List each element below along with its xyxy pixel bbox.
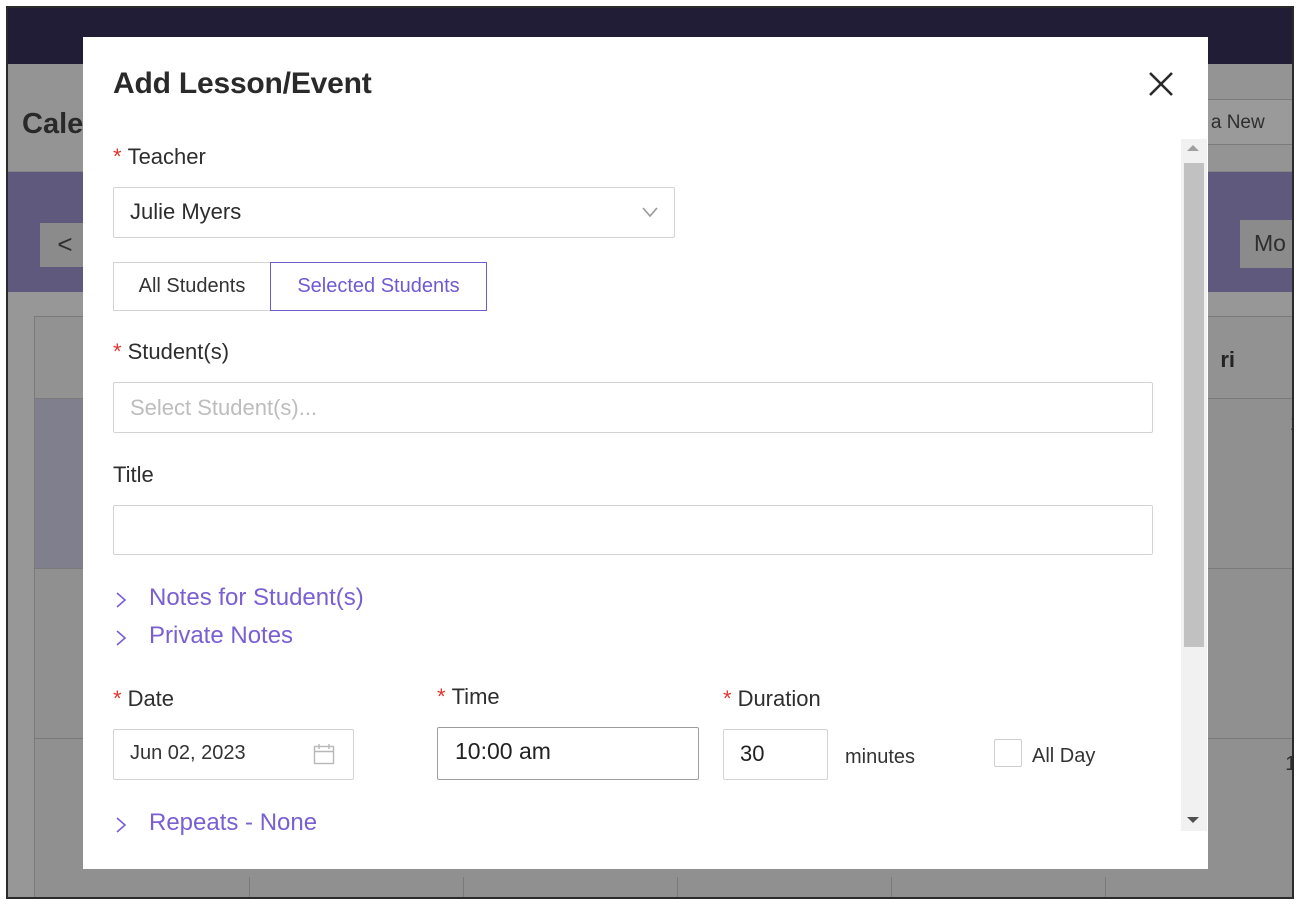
duration-unit: minutes — [845, 746, 916, 768]
close-icon — [1149, 72, 1173, 96]
students-select[interactable]: Select Student(s)... — [113, 382, 1153, 433]
add-lesson-dialog: Add Lesson/Event * Teacher Julie Myers Al… — [83, 37, 1208, 869]
notes-for-students-label: Notes for Student(s) — [149, 584, 364, 611]
students-label: * Student(s) — [113, 339, 230, 364]
students-placeholder: Select Student(s)... — [130, 395, 318, 420]
scrollbar-thumb[interactable] — [1184, 163, 1204, 647]
duration-input[interactable]: 30 — [723, 729, 828, 780]
date-picker[interactable]: Jun 02, 2023 — [113, 729, 354, 780]
repeats-label: Repeats - None — [149, 809, 318, 836]
private-notes-label: Private Notes — [149, 622, 294, 649]
scroll-down-arrow-icon[interactable] — [1187, 817, 1199, 823]
chevron-down-icon — [642, 207, 658, 218]
time-label: * Time — [437, 684, 500, 709]
close-button[interactable] — [1145, 69, 1177, 101]
dialog-title: Add Lesson/Event — [113, 67, 372, 100]
all-day-label: All Day — [1032, 745, 1096, 767]
dialog-scrollbar[interactable] — [1181, 139, 1207, 831]
date-value: Jun 02, 2023 — [130, 742, 246, 764]
day-number: 6 — [1292, 583, 1293, 606]
time-value: 10:00 am — [455, 738, 551, 764]
selected-students-button[interactable]: Selected Students — [270, 262, 487, 311]
scroll-up-arrow-icon[interactable] — [1187, 145, 1199, 151]
teacher-label: * Teacher — [113, 144, 206, 169]
title-label: Title — [113, 462, 154, 487]
all-students-button[interactable]: All Students — [113, 262, 271, 311]
required-marker: * — [437, 684, 446, 709]
time-input[interactable]: 10:00 am — [437, 727, 699, 780]
chevron-right-icon — [116, 592, 127, 608]
all-day-checkbox[interactable] — [994, 739, 1022, 767]
required-marker: * — [723, 686, 732, 711]
duration-value: 30 — [740, 741, 765, 766]
required-marker: * — [113, 339, 122, 364]
chevron-right-icon — [116, 630, 127, 646]
required-marker: * — [113, 144, 122, 169]
date-label: * Date — [113, 686, 175, 711]
dialog-body: * Teacher Julie Myers All Students Select… — [83, 137, 1180, 869]
duration-label: * Duration — [723, 686, 821, 711]
calendar-icon — [313, 744, 335, 765]
teacher-select[interactable]: Julie Myers — [113, 187, 675, 238]
title-input[interactable] — [113, 505, 1153, 555]
teacher-select-value: Julie Myers — [130, 199, 242, 224]
chevron-right-icon — [116, 817, 127, 833]
required-marker: * — [113, 686, 122, 711]
